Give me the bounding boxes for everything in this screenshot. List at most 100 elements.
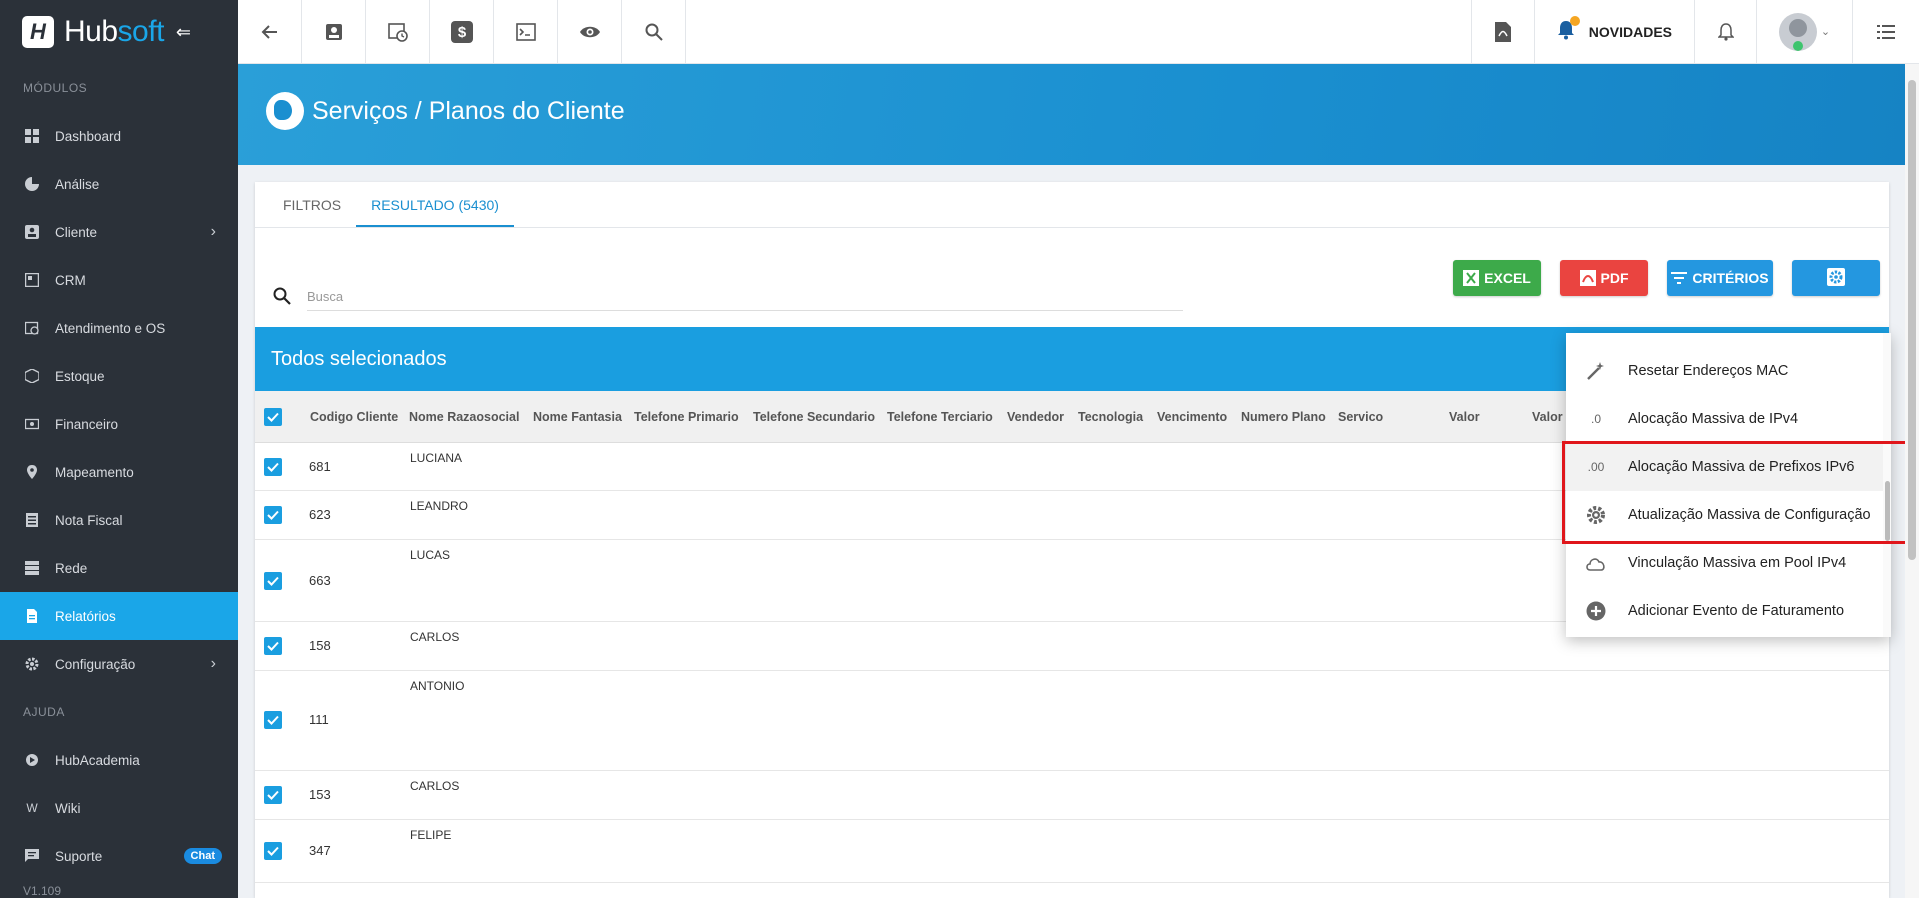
page-title: Serviços / Planos do Cliente — [266, 92, 625, 130]
row-checkbox[interactable] — [264, 786, 282, 804]
box-icon — [24, 368, 40, 384]
sidebar-item-financeiro[interactable]: Financeiro — [0, 400, 238, 448]
app-version: V1.109 — [23, 884, 62, 898]
sidebar-item-cliente[interactable]: Cliente › — [0, 208, 238, 256]
logo[interactable]: H Hubsoft ⇐ — [0, 0, 238, 64]
column-header[interactable]: Tecnologia — [1078, 391, 1143, 443]
notification-dot — [1569, 16, 1580, 26]
excel-button[interactable]: EXCEL — [1453, 260, 1541, 296]
finance-button[interactable]: $ — [430, 0, 494, 64]
menu-item-vinculacao-pool[interactable]: Vinculação Massiva em Pool IPv4 — [1566, 539, 1891, 587]
criterios-button[interactable]: CRITÉRIOS — [1667, 260, 1773, 296]
sidebar-item-analise[interactable]: Análise — [0, 160, 238, 208]
schedule-button[interactable] — [366, 0, 430, 64]
sidebar-item-dashboard[interactable]: Dashboard — [0, 112, 238, 160]
sidebar-item-crm[interactable]: CRM — [0, 256, 238, 304]
column-header[interactable]: Codigo Cliente — [310, 391, 398, 443]
sidebar-item-label: Suporte — [55, 848, 103, 864]
menu-item-label: Alocação Massiva de IPv4 — [1628, 411, 1799, 427]
novidades-label: NOVIDADES — [1588, 23, 1672, 40]
pdf-button[interactable]: PDF — [1560, 260, 1648, 296]
chat-badge[interactable]: Chat — [183, 848, 222, 864]
column-header[interactable]: Vendedor — [1007, 391, 1064, 443]
sidebar-item-label: Dashboard — [55, 128, 122, 144]
criterios-label: CRITÉRIOS — [1692, 270, 1769, 286]
grid-icon — [24, 128, 40, 144]
table-row[interactable]: 347 FELIPE — [255, 820, 1889, 883]
cell-nome: LUCAS — [410, 548, 451, 562]
column-header[interactable]: Telefone Primario — [634, 391, 739, 443]
column-header[interactable]: Telefone Terciario — [887, 391, 993, 443]
sidebar-item-wiki[interactable]: W Wiki — [0, 784, 238, 832]
table-row[interactable]: 111 ANTONIO — [255, 671, 1889, 771]
sidebar-item-rede[interactable]: Rede — [0, 544, 238, 592]
column-header[interactable]: Numero Plano — [1241, 391, 1326, 443]
column-header[interactable]: Servico — [1338, 391, 1383, 443]
terminal-button[interactable] — [494, 0, 558, 64]
row-checkbox[interactable] — [264, 637, 282, 655]
menu-item-label: Adicionar Evento de Faturamento — [1628, 603, 1845, 619]
gear-icon — [24, 656, 40, 672]
novidades-button[interactable]: NOVIDADES — [1535, 0, 1695, 63]
sidebar-item-suporte[interactable]: Suporte Chat — [0, 832, 238, 880]
search-input[interactable] — [307, 283, 1183, 311]
academia-icon — [24, 752, 40, 768]
row-checkbox[interactable] — [264, 711, 282, 729]
sidebar-item-label: Configuração — [55, 656, 136, 672]
row-checkbox[interactable] — [264, 842, 282, 860]
table-row[interactable]: 153 CARLOS — [255, 771, 1889, 820]
sidebar-item-relatorios[interactable]: Relatórios — [0, 592, 238, 640]
column-header[interactable]: Valor — [1449, 391, 1480, 443]
back-button[interactable] — [238, 0, 302, 64]
contact-icon — [24, 224, 40, 240]
notifications-button[interactable] — [1695, 0, 1757, 64]
menu-item-label: Vinculação Massiva em Pool IPv4 — [1628, 555, 1847, 571]
user-menu[interactable]: ⌄ — [1757, 0, 1853, 63]
column-header[interactable]: Nome Fantasia — [533, 391, 622, 443]
column-header[interactable]: Valor — [1532, 391, 1563, 443]
file-pdf-icon — [1494, 22, 1511, 42]
row-checkbox[interactable] — [264, 458, 282, 476]
sidebar-item-label: Mapeamento — [55, 464, 134, 480]
column-header[interactable]: Nome Razaosocial — [409, 391, 519, 443]
sidebar-item-label: Wiki — [55, 800, 81, 816]
menu-button[interactable] — [1853, 0, 1919, 64]
column-header[interactable]: Telefone Secundario — [753, 391, 875, 443]
pie-chart-icon — [24, 176, 40, 192]
row-checkbox[interactable] — [264, 572, 282, 590]
column-header[interactable]: Vencimento — [1157, 391, 1227, 443]
sidebar-item-hubacademia[interactable]: HubAcademia — [0, 736, 238, 784]
gear-box-icon — [1827, 267, 1845, 289]
section-label-modules: MÓDULOS — [23, 81, 88, 95]
sidebar-item-configuracao[interactable]: Configuração › — [0, 640, 238, 688]
menu-item-resetar-mac[interactable]: Resetar Endereços MAC — [1566, 347, 1891, 395]
pdf-export-button[interactable] — [1470, 0, 1535, 64]
select-all-checkbox[interactable] — [264, 408, 282, 426]
search-button[interactable] — [622, 0, 686, 64]
menu-item-adicionar-evento[interactable]: Adicionar Evento de Faturamento — [1566, 587, 1891, 635]
settings-button[interactable] — [1792, 260, 1880, 296]
page-scrollbar-thumb[interactable] — [1908, 80, 1916, 560]
chevron-right-icon: › — [210, 223, 216, 240]
globe-icon — [266, 92, 304, 130]
tab-resultado[interactable]: RESULTADO (5430) — [356, 182, 514, 227]
chevron-down-icon: ⌄ — [1820, 26, 1831, 38]
sidebar-item-label: Estoque — [55, 368, 105, 384]
search-icon — [273, 287, 291, 305]
row-checkbox[interactable] — [264, 506, 282, 524]
menu-item-alocacao-ipv4[interactable]: .0 Alocação Massiva de IPv4 — [1566, 395, 1891, 443]
collapse-sidebar-icon[interactable]: ⇐ — [176, 22, 191, 43]
page-scrollbar[interactable] — [1905, 64, 1919, 898]
tab-filtros[interactable]: FILTROS — [268, 182, 356, 227]
brand-name: Hubsoft — [64, 15, 164, 48]
contacts-button[interactable] — [302, 0, 366, 64]
sidebar-item-nota-fiscal[interactable]: Nota Fiscal — [0, 496, 238, 544]
sidebar-item-mapeamento[interactable]: Mapeamento — [0, 448, 238, 496]
sidebar-item-estoque[interactable]: Estoque — [0, 352, 238, 400]
view-button[interactable] — [558, 0, 622, 64]
cell-codigo: 347 — [309, 843, 331, 858]
cell-nome: FELIPE — [410, 828, 452, 842]
receipt-icon — [24, 512, 40, 528]
sidebar-item-atendimento[interactable]: Atendimento e OS — [0, 304, 238, 352]
online-status — [1792, 40, 1803, 51]
